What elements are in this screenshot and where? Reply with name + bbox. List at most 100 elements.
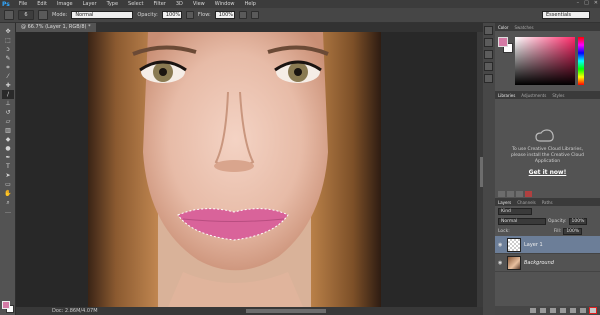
adjustment-layer-icon[interactable] [560, 308, 566, 313]
mode-select[interactable]: Normal [71, 11, 134, 19]
tab-color[interactable]: Color [498, 25, 508, 30]
path-select-tool-icon[interactable]: ➤ [2, 171, 14, 180]
menu-3d[interactable]: 3D [171, 1, 188, 7]
blur-tool-icon[interactable]: ◆ [2, 135, 14, 144]
hand-tool-icon[interactable]: ✋ [2, 189, 14, 198]
zoom-tool-icon[interactable]: ⌕ [2, 198, 14, 207]
opacity-field[interactable]: 100% [161, 11, 182, 19]
menu-view[interactable]: View [188, 1, 210, 7]
library-add-style-icon[interactable] [525, 191, 532, 197]
new-group-icon[interactable] [570, 308, 576, 313]
document-tab-title: @ 66.7% (Layer 1, RGB/8) * [21, 24, 91, 30]
tab-styles[interactable]: Styles [552, 93, 564, 98]
airbrush-icon[interactable] [238, 11, 247, 19]
menu-type[interactable]: Type [102, 1, 123, 7]
new-layer-icon[interactable] [580, 308, 586, 313]
document-tab[interactable]: @ 66.7% (Layer 1, RGB/8) * [16, 23, 96, 32]
flow-label: Flow: [197, 12, 211, 18]
menu-select[interactable]: Select [123, 1, 148, 7]
history-panel-icon[interactable] [484, 26, 493, 35]
pressure-size-icon[interactable] [250, 11, 259, 19]
workspace-select[interactable]: Essentials [542, 11, 590, 19]
brush-size-value: 6 [24, 12, 28, 18]
brush-panel-icon[interactable] [484, 50, 493, 59]
stamp-tool-icon[interactable]: ⊥ [2, 99, 14, 108]
layer-row-layer-1[interactable]: ◉ Layer 1 [495, 236, 600, 254]
foreground-color-swatch[interactable] [2, 301, 10, 309]
library-add-text-icon[interactable] [507, 191, 514, 197]
crop-tool-icon[interactable]: ⌗ [2, 63, 14, 72]
more-tools-icon[interactable]: … [2, 207, 14, 216]
blend-mode-select[interactable]: Normal [498, 217, 546, 225]
quick-select-tool-icon[interactable]: ✎ [2, 54, 14, 63]
canvas-area[interactable] [16, 32, 477, 307]
healing-tool-icon[interactable]: ✚ [2, 81, 14, 90]
shape-tool-icon[interactable]: ▭ [2, 180, 14, 189]
menu-edit[interactable]: Edit [32, 1, 52, 7]
library-add-color-icon[interactable] [516, 191, 523, 197]
visibility-eye-icon[interactable]: ◉ [498, 242, 504, 248]
color-swatches[interactable] [2, 301, 14, 313]
flow-field[interactable]: 100% [214, 11, 235, 19]
right-panels: Color Swatches Libraries Adjustments Sty… [495, 23, 600, 315]
menu-window[interactable]: Window [210, 1, 240, 7]
lasso-tool-icon[interactable]: ↄ [2, 45, 14, 54]
add-mask-icon[interactable] [550, 308, 556, 313]
type-tool-icon[interactable]: T [2, 162, 14, 171]
tab-channels[interactable]: Channels [517, 200, 536, 205]
layer-thumbnail [507, 255, 521, 270]
menu-image[interactable]: Image [52, 1, 78, 7]
marquee-tool-icon[interactable]: ⬚ [2, 36, 14, 45]
pen-tool-icon[interactable]: ✒ [2, 153, 14, 162]
horizontal-scroll-thumb[interactable] [246, 309, 326, 313]
delete-layer-icon[interactable] [589, 307, 597, 314]
eraser-tool-icon[interactable]: ▱ [2, 117, 14, 126]
menu-help[interactable]: Help [240, 1, 261, 7]
eyedropper-tool-icon[interactable]: ⁄ [2, 72, 14, 81]
move-tool-icon[interactable]: ✥ [2, 27, 14, 36]
menu-file[interactable]: File [14, 1, 32, 7]
color-picker-field[interactable] [515, 37, 575, 85]
gradient-tool-icon[interactable]: ▥ [2, 126, 14, 135]
properties-panel-icon[interactable] [484, 38, 493, 47]
layer-kind-select[interactable]: Kind [498, 207, 532, 215]
tab-libraries[interactable]: Libraries [498, 93, 515, 98]
layer-row-background[interactable]: ◉ Background [495, 254, 600, 272]
menu-filter[interactable]: Filter [148, 1, 170, 7]
menu-layer[interactable]: Layer [78, 1, 102, 7]
document-tab-bar: @ 66.7% (Layer 1, RGB/8) * [16, 23, 490, 32]
history-brush-icon[interactable]: ↺ [2, 108, 14, 117]
tab-adjustments[interactable]: Adjustments [521, 93, 546, 98]
brush-panel-icon[interactable] [38, 10, 48, 20]
color-panel-foreground-swatch[interactable] [498, 37, 508, 47]
hue-slider[interactable] [578, 37, 584, 85]
library-add-graphic-icon[interactable] [498, 191, 505, 197]
layer-fill-field[interactable]: 100% [563, 227, 583, 235]
minimize-button[interactable]: – [577, 0, 580, 6]
brush-tool-icon[interactable]: ∕ [2, 90, 14, 99]
tab-swatches[interactable]: Swatches [514, 25, 533, 30]
get-it-now-link[interactable]: Get it now! [505, 169, 590, 176]
layer-style-icon[interactable] [540, 308, 546, 313]
blend-row: Normal Opacity: 100% [495, 216, 600, 226]
layer-opacity-label: Opacity: [548, 218, 567, 224]
layer-opacity-field[interactable]: 100% [568, 217, 588, 225]
clone-source-panel-icon[interactable] [484, 62, 493, 71]
pressure-opacity-icon[interactable] [185, 11, 194, 19]
layers-bottom-toolbar [495, 306, 600, 315]
brush-size-picker[interactable]: 6 [18, 10, 34, 20]
tab-layers[interactable]: Layers [498, 200, 511, 205]
link-layers-icon[interactable] [530, 308, 536, 313]
photo-canvas[interactable] [88, 32, 381, 307]
dodge-tool-icon[interactable]: ● [2, 144, 14, 153]
libraries-bottom-icons [498, 191, 532, 197]
visibility-eye-icon[interactable]: ◉ [498, 260, 504, 266]
layer-name: Background [524, 259, 554, 266]
fill-label: Fill: [553, 228, 562, 234]
status-bar: Doc: 2.86M/4.07M [16, 307, 490, 315]
close-button[interactable]: ✕ [594, 0, 598, 6]
character-panel-icon[interactable] [484, 74, 493, 83]
tab-paths[interactable]: Paths [542, 200, 553, 205]
brush-preset-icon[interactable] [4, 10, 14, 20]
maximize-button[interactable]: □ [584, 0, 589, 6]
